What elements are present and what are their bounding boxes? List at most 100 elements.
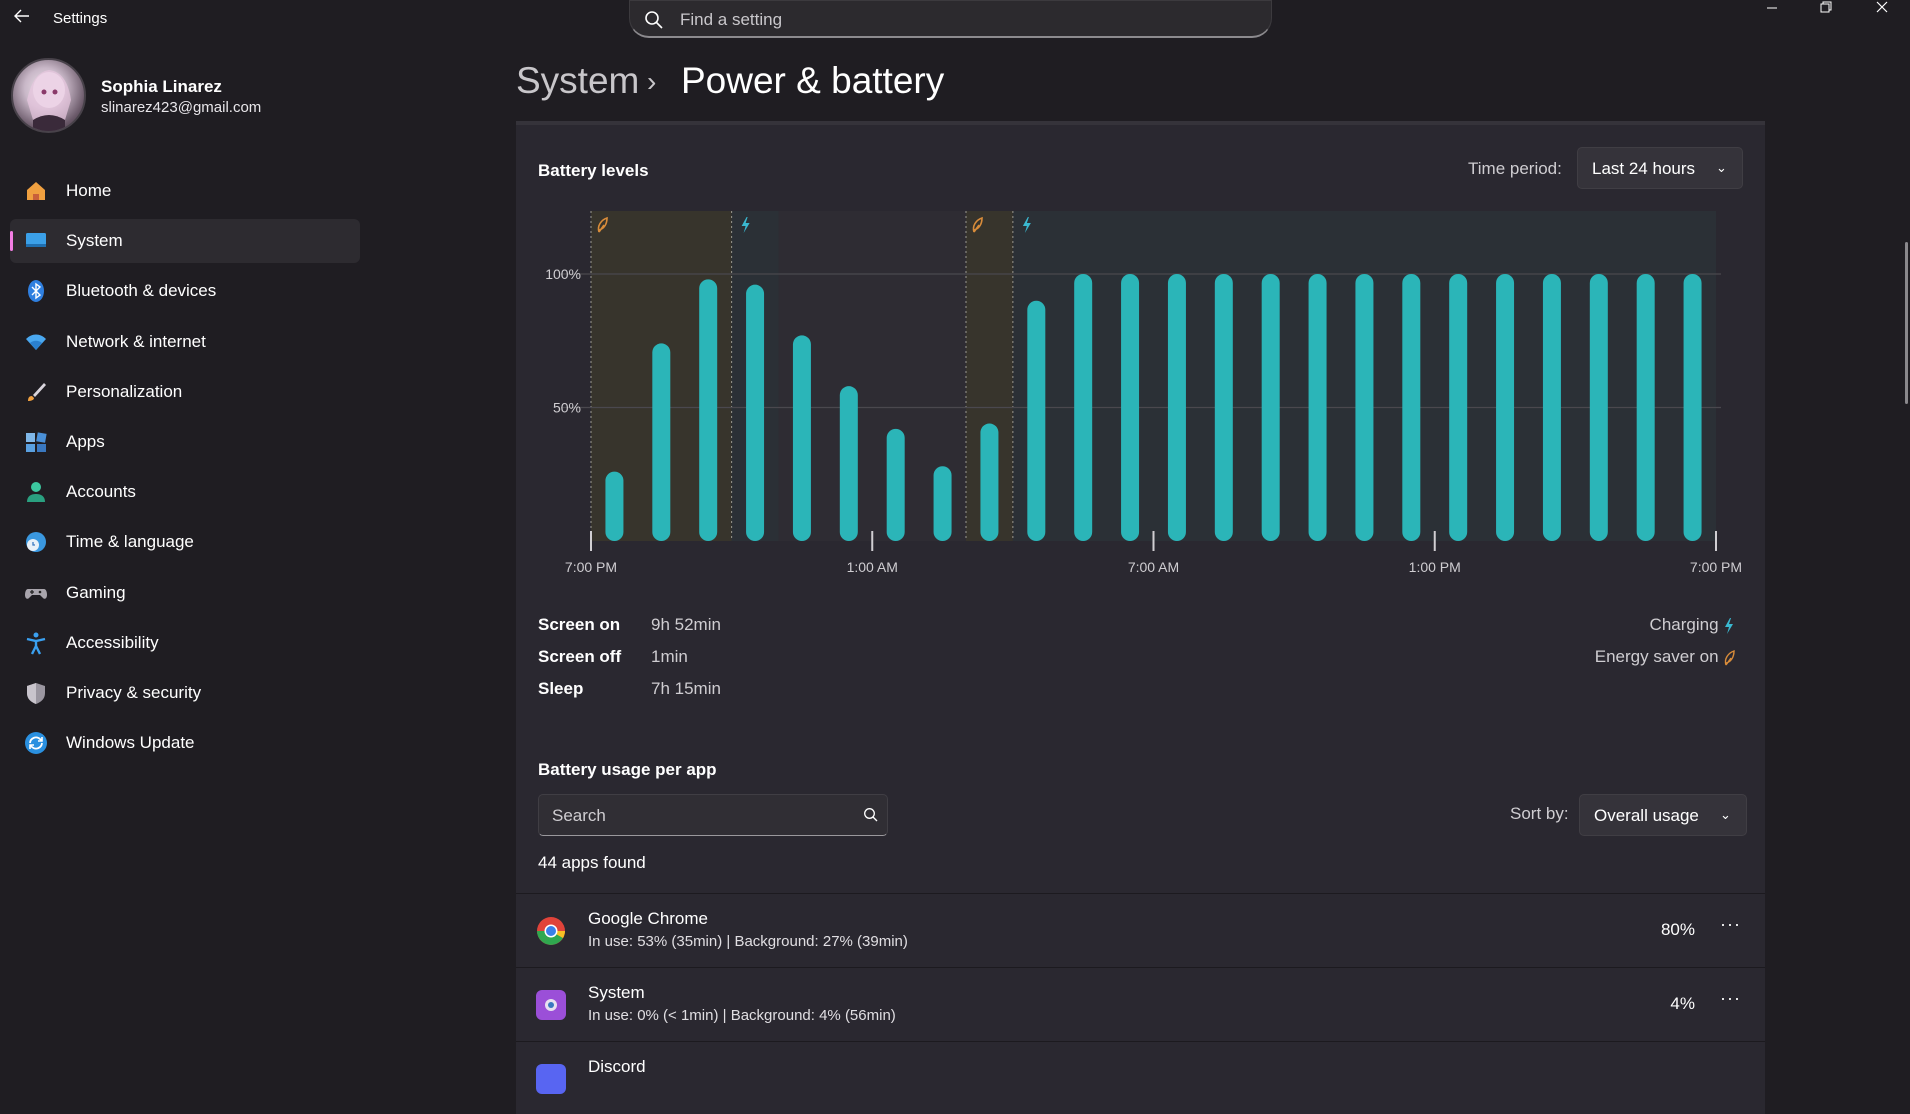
time-period-dropdown[interactable]: Last 24 hours ⌄ [1577, 147, 1743, 189]
time-period-value: Last 24 hours [1592, 159, 1696, 178]
app-usage-percent: 80% [1660, 920, 1695, 939]
app-name: Google Chrome [588, 909, 709, 928]
chrome-icon [536, 916, 566, 946]
battery-bar [980, 423, 999, 541]
sidebar-item-personalization[interactable]: Personalization [10, 370, 360, 414]
usage-title: Battery usage per app [538, 760, 717, 779]
battery-bar [1636, 274, 1655, 541]
sidebar-item-label: Privacy & security [66, 683, 202, 702]
search-placeholder: Find a setting [680, 10, 783, 29]
profile-name: Sophia Linarez [101, 77, 222, 96]
search-icon [863, 807, 879, 828]
app-search-input[interactable]: Search [538, 794, 888, 836]
sidebar-item-label: Home [66, 181, 112, 200]
battery-levels-card: Battery levels Time period: Last 24 hour… [516, 121, 1765, 735]
search-icon [644, 10, 664, 30]
active-indicator [10, 231, 13, 252]
system-icon [24, 229, 48, 253]
apps-icon [24, 430, 48, 454]
battery-bar [605, 471, 624, 541]
battery-bar [1214, 274, 1233, 541]
wifi-icon [24, 330, 48, 354]
back-arrow-icon[interactable] [8, 6, 36, 32]
sidebar-item-home[interactable]: Home [10, 169, 360, 213]
more-options-icon[interactable]: ··· [1720, 914, 1741, 935]
app-row-google-chrome[interactable]: Google Chrome In use: 53% (35min) | Backg… [516, 893, 1765, 966]
settings-search-input[interactable]: Find a setting [629, 0, 1272, 38]
app-row-system[interactable]: System In use: 0% (< 1min) | Background: … [516, 967, 1765, 1040]
shield-icon [24, 681, 48, 705]
x-tick-label: 7:00 PM [1690, 559, 1742, 575]
legend-energy-saver-label: Energy saver on [1594, 647, 1719, 666]
sidebar-item-system[interactable]: System [10, 219, 360, 264]
sidebar-item-network-internet[interactable]: Network & internet [10, 320, 360, 364]
sidebar-item-gaming[interactable]: Gaming [10, 571, 360, 615]
stat-label: Sleep [538, 679, 584, 698]
app-search-placeholder: Search [552, 806, 606, 825]
title-bar: Settings Find a setting [0, 0, 1910, 38]
time-period-label: Time period: [1468, 159, 1562, 178]
battery-bar [746, 284, 765, 541]
sidebar-item-bluetooth-devices[interactable]: Bluetooth & devices [10, 269, 360, 313]
battery-bar [792, 335, 811, 541]
breadcrumb-system[interactable]: System [516, 60, 639, 102]
app-name: Discord [588, 1057, 646, 1076]
sidebar-item-privacy-security[interactable]: Privacy & security [10, 671, 360, 715]
breadcrumb-separator-icon: › [647, 66, 657, 97]
bluetooth-icon [24, 279, 48, 303]
page-title: Power & battery [681, 60, 945, 101]
x-tick-label: 7:00 AM [1128, 559, 1179, 575]
brush-icon [24, 380, 48, 404]
chevron-down-icon: ⌄ [1720, 807, 1731, 822]
battery-bar [839, 386, 858, 541]
battery-bar [1167, 274, 1186, 541]
sidebar-item-windows-update[interactable]: Windows Update [10, 721, 360, 765]
system-app-icon [536, 990, 566, 1020]
y-tick-label: 100% [545, 266, 581, 282]
profile-email: slinarez423@gmail.com [101, 99, 262, 116]
sidebar-item-label: Time & language [66, 532, 194, 552]
stat-value: 9h 52min [651, 615, 721, 634]
app-name: System [588, 983, 645, 1002]
sort-label: Sort by: [1510, 804, 1569, 823]
sidebar-item-accessibility[interactable]: Accessibility [10, 621, 360, 665]
more-options-icon[interactable]: ··· [1720, 988, 1741, 1009]
update-icon [24, 731, 48, 755]
sidebar-item-label: Windows Update [66, 733, 195, 753]
sidebar-item-time-language[interactable]: Time & language [10, 520, 360, 564]
battery-bar [1683, 274, 1702, 541]
sidebar-item-label: Network & internet [66, 331, 206, 351]
battery-bar [1121, 274, 1140, 541]
apps-found-count: 44 apps found [538, 853, 646, 872]
sidebar-item-label: System [66, 231, 123, 251]
x-tick-label: 7:00 PM [565, 559, 617, 575]
battery-bar [1496, 274, 1515, 541]
stat-value: 7h 15min [651, 679, 721, 698]
avatar[interactable] [11, 58, 86, 133]
person-icon [24, 480, 48, 504]
sort-dropdown[interactable]: Overall usage ⌄ [1579, 794, 1747, 836]
accessibility-icon [24, 631, 48, 655]
sidebar-item-apps[interactable]: Apps [10, 420, 360, 464]
battery-bar [699, 279, 718, 541]
sidebar-item-label: Personalization [66, 381, 183, 401]
minimize-icon[interactable] [1744, 0, 1800, 18]
scrollbar[interactable] [1905, 242, 1908, 404]
globe-clock-icon [24, 530, 48, 554]
y-tick-label: 50% [553, 400, 581, 416]
lightning-icon [1725, 618, 1733, 634]
sidebar-item-label: Accounts [66, 482, 136, 502]
legend-charging-label: Charging [1649, 615, 1719, 634]
battery-levels-title: Battery levels [538, 161, 649, 180]
battery-bar [1355, 274, 1374, 541]
sort-value: Overall usage [1594, 806, 1699, 825]
battery-bar [1402, 274, 1421, 541]
battery-bar [933, 466, 952, 541]
app-row-discord[interactable]: Discord [516, 1041, 1765, 1114]
battery-bar [1449, 274, 1468, 541]
app-usage-detail: In use: 53% (35min) | Background: 27% (3… [588, 933, 908, 950]
sidebar-item-accounts[interactable]: Accounts [10, 470, 360, 514]
legend-energy-saver: Energy saver on [1595, 647, 1735, 667]
close-icon[interactable] [1854, 0, 1910, 18]
restore-icon[interactable] [1798, 0, 1854, 18]
